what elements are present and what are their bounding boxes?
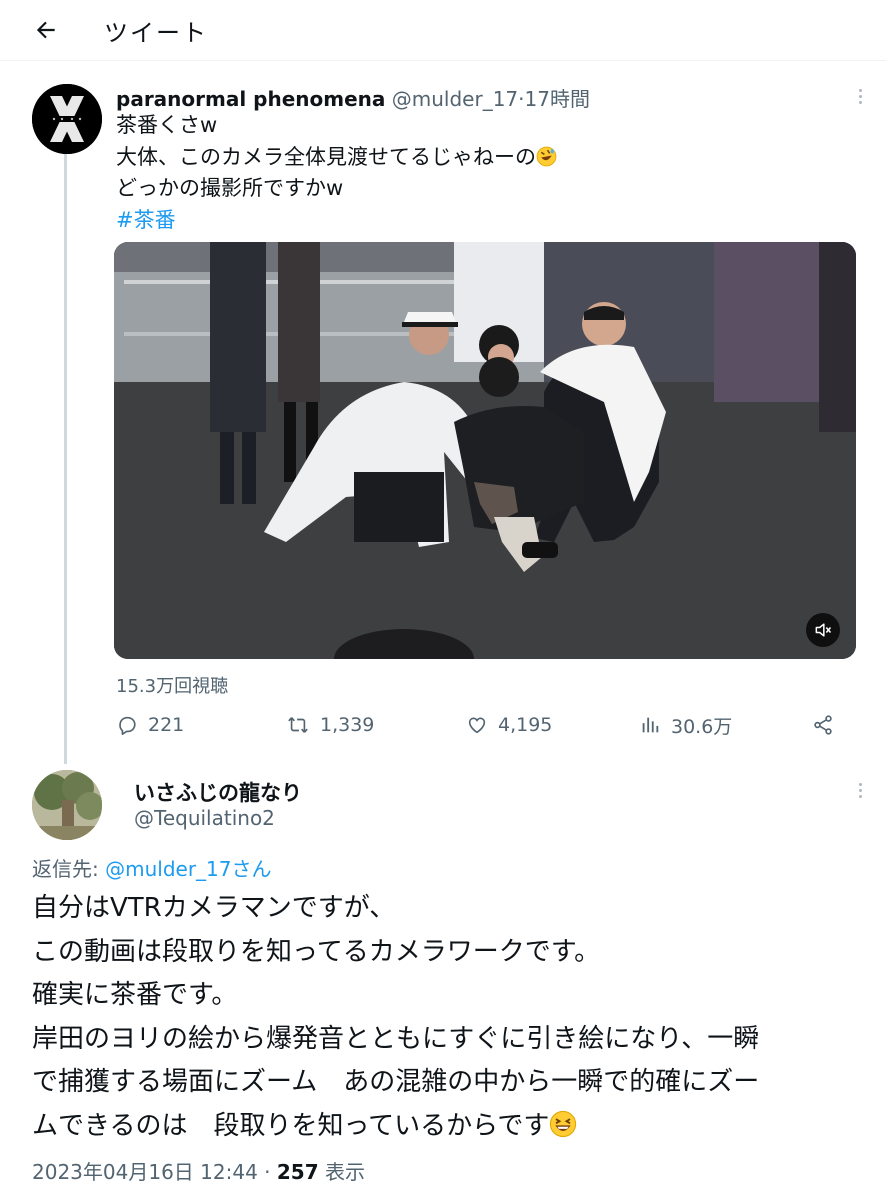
top-bar: ツイート: [0, 0, 886, 61]
tweet-more-button[interactable]: [850, 84, 870, 108]
video-player[interactable]: [114, 242, 856, 659]
tweet-line: どっかの撮影所ですかw: [116, 176, 344, 200]
arrow-left-icon: [36, 21, 55, 39]
reply-line: で捕獲する場面にズーム あの混雑の中から一瞬で的確にズー: [32, 1067, 760, 1097]
reply-more-button[interactable]: [850, 778, 870, 802]
rolling-laughing-emoji-icon: [536, 146, 557, 166]
grinning-squinting-emoji-icon: [550, 1110, 577, 1137]
meta-separator: ·: [257, 1160, 277, 1184]
view-label: 表示: [318, 1160, 365, 1184]
mute-icon: [815, 623, 832, 637]
video-frame-image: [114, 242, 856, 659]
like-button[interactable]: 4,195: [466, 708, 552, 742]
tweet-time[interactable]: 17時間: [525, 87, 590, 111]
like-count: 4,195: [498, 714, 553, 736]
retweet-count: 1,339: [320, 714, 375, 736]
reply-timestamp[interactable]: 2023年04月16日 12:44: [32, 1160, 258, 1184]
reply-author-handle[interactable]: @Tequilatino2: [134, 806, 275, 830]
reply-text: 自分はVTRカメラマンですが、 この動画は段取りを知ってるカメラワークです。 確…: [32, 887, 759, 1148]
tweet-line: 大体、このカメラ全体見渡せてるじゃねーの: [116, 144, 536, 169]
reply-icon: [119, 716, 136, 735]
thread-connector: [64, 154, 67, 764]
reply-context: 返信先: @mulder_17さん: [32, 853, 272, 882]
tree-photo-avatar: [32, 770, 102, 840]
retweet-button[interactable]: 1,339: [286, 708, 374, 742]
hashtag-link[interactable]: #茶番: [116, 205, 557, 237]
reply-to-link[interactable]: @mulder_17さん: [105, 857, 271, 881]
share-icon: [814, 715, 832, 735]
mute-button[interactable]: [806, 613, 840, 647]
reply-line: この動画は段取りを知ってるカメラワークです。: [32, 936, 601, 967]
tweet-line-with-emoji: 大体、このカメラ全体見渡せてるじゃねーの: [116, 142, 557, 174]
view-count: 15.3万回視聴: [116, 676, 229, 697]
share-button[interactable]: [812, 708, 834, 742]
reply-author-avatar[interactable]: [32, 770, 102, 840]
reply-line: 岸田のヨリの絵から爆発音とともにすぐに引き絵になり、一瞬: [32, 1023, 760, 1054]
impression-count: 30.6万: [671, 715, 733, 738]
heart-icon: [468, 717, 486, 734]
author-handle[interactable]: @mulder_17: [392, 87, 518, 111]
analytics-icon: [642, 717, 659, 733]
reply-to-label: 返信先:: [32, 857, 106, 881]
reply-line: 自分はVTRカメラマンですが、: [32, 893, 396, 923]
reply-author-name[interactable]: いさふじの龍なり: [134, 777, 302, 807]
tweet-line: 茶番くさw: [116, 113, 218, 137]
reply-view-count: 257: [276, 1160, 319, 1184]
reply-meta: 2023年04月16日 12:44 · 257 表示: [32, 1156, 365, 1185]
page-title: ツイート: [104, 19, 208, 47]
reply-line: 確実に茶番です。: [32, 980, 238, 1010]
tweet-text: 茶番くさw 大体、このカメラ全体見渡せてるじゃねーの どっかの撮影所ですかw #…: [116, 110, 557, 236]
tweet-header: paranormal phenomena @mulder_17·17時間: [116, 83, 590, 112]
reply-count: 221: [148, 714, 185, 736]
retweet-icon: [288, 717, 308, 733]
tweet-action-bar: 221 1,339 4,195 30.6万: [116, 708, 846, 742]
reply-line: ムできるのは 段取りを知っているからです: [32, 1110, 550, 1141]
reply-button[interactable]: 221: [116, 708, 184, 742]
author-avatar[interactable]: [32, 84, 102, 154]
x-files-logo-icon: [32, 84, 102, 154]
reply-line-with-emoji: ムできるのは 段取りを知っているからです: [32, 1105, 759, 1149]
back-button[interactable]: [30, 14, 62, 46]
author-name[interactable]: paranormal phenomena: [116, 87, 385, 111]
analytics-button[interactable]: 30.6万: [639, 708, 732, 742]
